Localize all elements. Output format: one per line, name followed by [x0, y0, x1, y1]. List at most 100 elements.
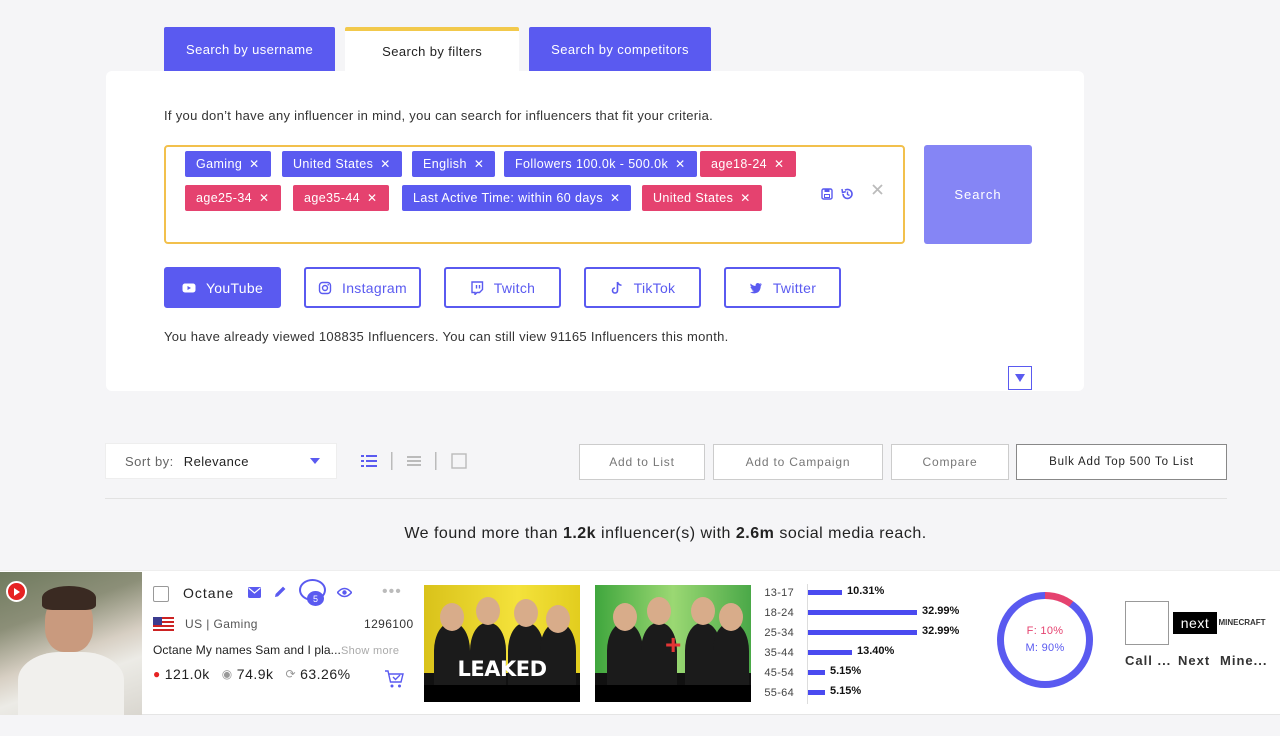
results-reach: 2.6m: [735, 525, 775, 542]
more-options-icon[interactable]: •••: [382, 583, 402, 601]
filter-chip[interactable]: age18-24 ✕: [700, 151, 796, 177]
tab-search-by-filters[interactable]: Search by filters: [345, 27, 520, 71]
sort-label: Sort by:: [125, 453, 174, 469]
save-filters-icon[interactable]: [821, 188, 833, 200]
age-bar: [808, 610, 917, 615]
grid-view-icon[interactable]: [451, 453, 467, 469]
results-text: social media reach.: [774, 525, 927, 542]
age-row: 45-54 5.15%: [761, 664, 961, 684]
age-row: 35-44 13.40%: [761, 644, 961, 664]
brand-label: Mine...: [1220, 653, 1268, 668]
sort-value: Relevance: [183, 453, 249, 469]
bulk-add-top-500-button[interactable]: Bulk Add Top 500 To List: [1016, 444, 1227, 480]
select-checkbox[interactable]: [153, 586, 169, 602]
filter-chip[interactable]: United States ✕: [642, 185, 762, 211]
filter-chip-label: age35-44: [304, 191, 361, 205]
results-count: 1.2k: [562, 525, 597, 542]
engagement-icon: ⟳: [285, 667, 297, 681]
age-bar: [808, 690, 825, 695]
filter-chip[interactable]: Last Active Time: within 60 days ✕: [402, 185, 632, 211]
tiktok-icon: [611, 281, 622, 294]
age-value: 32.99%: [922, 625, 960, 637]
email-icon[interactable]: [248, 587, 261, 598]
youtube-icon: ●: [153, 667, 161, 681]
age-row: 13-17 10.31%: [761, 584, 961, 604]
platform-instagram-button[interactable]: Instagram: [304, 267, 421, 308]
brand-label: Call ...: [1125, 653, 1172, 668]
detailed-list-view-icon[interactable]: [361, 454, 377, 468]
avatar[interactable]: [0, 572, 142, 715]
view-quota-text: You have already viewed 108835 Influence…: [164, 329, 729, 344]
brand-label: Next: [1178, 653, 1211, 668]
remove-chip-icon[interactable]: ✕: [474, 157, 484, 171]
remove-chip-icon[interactable]: ✕: [774, 157, 784, 171]
add-to-campaign-button[interactable]: Add to Campaign: [713, 444, 883, 480]
age-label: 25-34: [764, 627, 794, 639]
show-more-link[interactable]: Show more: [341, 645, 399, 657]
thumbnail-mark: +: [665, 629, 682, 660]
platform-twitch-button[interactable]: Twitch: [444, 267, 561, 308]
filter-chip[interactable]: Gaming ✕: [185, 151, 271, 177]
us-flag-icon: [153, 617, 174, 631]
remove-chip-icon[interactable]: ✕: [380, 157, 390, 171]
expand-filters-button[interactable]: [1008, 366, 1032, 390]
filter-chip-label: age25-34: [196, 191, 253, 205]
age-row: 55-64 5.15%: [761, 684, 961, 704]
remove-chip-icon[interactable]: ✕: [259, 191, 269, 205]
filter-chip[interactable]: Followers 100.0k - 500.0k ✕: [504, 151, 697, 177]
search-button[interactable]: Search: [924, 145, 1032, 244]
filter-chip[interactable]: English ✕: [412, 151, 496, 177]
video-thumbnail[interactable]: +: [595, 585, 751, 702]
age-value: 32.99%: [922, 605, 960, 617]
influencer-description: Octane My names Sam and I pla...Show mor…: [153, 643, 399, 657]
filter-chip-label: United States: [293, 157, 374, 171]
eye-icon[interactable]: [337, 587, 352, 598]
remove-chip-icon[interactable]: ✕: [610, 191, 620, 205]
video-thumbnail[interactable]: LEAKED: [424, 585, 580, 702]
edit-icon[interactable]: [273, 585, 287, 599]
filter-chip-label: age18-24: [711, 157, 768, 171]
sort-dropdown[interactable]: Sort by: Relevance: [105, 443, 337, 479]
add-to-cart-icon[interactable]: [384, 669, 406, 689]
avg-views: 74.9k: [236, 666, 274, 682]
tab-search-by-competitors[interactable]: Search by competitors: [529, 27, 711, 71]
twitch-icon: [471, 280, 483, 295]
tab-search-by-username[interactable]: Search by username: [164, 27, 336, 71]
filter-chip[interactable]: age35-44 ✕: [293, 185, 389, 211]
filter-chip[interactable]: United States ✕: [282, 151, 402, 177]
twitter-icon: [749, 282, 762, 293]
filter-tags-box[interactable]: Gaming ✕ United States ✕ English ✕ Follower…: [164, 145, 905, 244]
filter-chip-label: Followers 100.0k - 500.0k: [515, 157, 669, 171]
brand-logo[interactable]: [1125, 601, 1169, 645]
platform-youtube-button[interactable]: YouTube: [164, 267, 281, 308]
brand-logo-next[interactable]: next: [1173, 612, 1217, 634]
filter-chip[interactable]: age25-34 ✕: [185, 185, 281, 211]
age-value: 13.40%: [857, 645, 895, 657]
search-tabs: Search by username Search by filters Sea…: [164, 27, 711, 71]
age-row: 25-34 32.99%: [761, 624, 961, 644]
subscriber-count: 1296100: [364, 617, 414, 631]
age-bar: [808, 630, 917, 635]
intro-text: If you don’t have any influencer in mind…: [164, 108, 714, 123]
age-value: 5.15%: [830, 665, 862, 677]
platform-tiktok-button[interactable]: TikTok: [584, 267, 701, 308]
platform-twitter-button[interactable]: Twitter: [724, 267, 841, 308]
clear-filters-icon[interactable]: [872, 184, 883, 195]
results-text: We found more than: [404, 525, 563, 542]
remove-chip-icon[interactable]: ✕: [740, 191, 750, 205]
remove-chip-icon[interactable]: ✕: [249, 157, 259, 171]
engagement-rate: 63.26%: [300, 666, 351, 682]
age-bar: [808, 590, 842, 595]
age-row: 18-24 32.99%: [761, 604, 961, 624]
compact-list-view-icon[interactable]: [407, 455, 421, 467]
remove-chip-icon[interactable]: ✕: [675, 157, 685, 171]
remove-chip-icon[interactable]: ✕: [367, 191, 377, 205]
brand-logo-minecraft[interactable]: MINECRAFT: [1218, 615, 1266, 629]
influencer-name[interactable]: Octane: [183, 585, 234, 601]
history-icon[interactable]: [840, 187, 854, 201]
thumbnail-text: LEAKED: [457, 657, 547, 681]
add-to-list-button[interactable]: Add to List: [579, 444, 705, 480]
compare-button[interactable]: Compare: [891, 444, 1009, 480]
influencer-stats: ● 121.0k ◉ 74.9k ⟳ 63.26%: [153, 666, 351, 682]
platform-label: Twitter: [772, 279, 817, 296]
